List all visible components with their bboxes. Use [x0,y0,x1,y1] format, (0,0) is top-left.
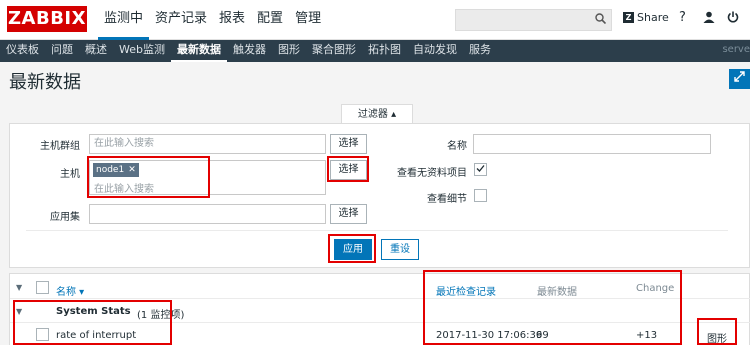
search-icon[interactable] [595,13,607,27]
annotation-box-graph [697,318,737,345]
filter-divider [26,230,728,231]
sub-menu: 仪表板 问题 概述 Web监测 最新数据 触发器 图形 聚合图形 拓扑图 自动发… [0,40,750,62]
fullscreen-icon[interactable] [729,69,750,89]
column-name[interactable]: 名称 ▾ [56,283,84,298]
show-no-data-label: 查看无资料项目 [397,168,467,179]
share-icon: Z [623,12,634,23]
menu-reports[interactable]: 报表 [213,0,251,40]
page-title: 最新数据 [9,72,81,93]
submenu-latest-data[interactable]: 最新数据 [170,40,227,62]
application-select-button[interactable]: 选择 [330,204,367,224]
select-all-checkbox[interactable] [36,281,49,294]
annotation-box-select [327,156,369,182]
search-input[interactable] [455,9,612,31]
submenu-screens[interactable]: 聚合图形 [306,40,362,62]
submenu-discovery[interactable]: 自动发现 [407,40,463,62]
application-label: 应用集 [50,212,80,223]
submenu-web[interactable]: Web监测 [113,40,171,62]
submenu-problems[interactable]: 问题 [45,40,79,62]
name-input[interactable] [473,134,711,154]
name-label: 名称 [447,141,467,152]
submenu-dashboard[interactable]: 仪表板 [0,40,45,62]
host-group-select-button[interactable]: 选择 [330,134,367,154]
submenu-graphs[interactable]: 图形 [272,40,306,62]
server-name: serve [722,44,750,55]
zabbix-logo[interactable]: ZABBIX [7,6,87,32]
menu-inventory[interactable]: 资产记录 [149,0,213,40]
show-no-data-checkbox[interactable] [474,163,487,176]
submenu-services[interactable]: 服务 [463,40,497,62]
menu-configuration[interactable]: 配置 [251,0,289,40]
main-menu: 监测中 资产记录 报表 配置 管理 [98,0,327,40]
annotation-box-apply [328,234,376,263]
show-details-checkbox[interactable] [474,189,487,202]
share-label: Share [637,11,669,24]
annotation-box-item [13,300,172,345]
menu-administration[interactable]: 管理 [289,0,327,40]
reset-button[interactable]: 重设 [381,239,419,260]
help-icon[interactable]: ? [679,10,686,25]
submenu-maps[interactable]: 拓扑图 [362,40,407,62]
submenu-overview[interactable]: 概述 [79,40,113,62]
expand-all-icon[interactable]: ▼ [16,283,22,292]
share-button[interactable]: Z Share [623,11,669,24]
annotation-box-data [423,270,682,345]
filter-tab[interactable]: 过滤器 ▴ [341,104,413,124]
signout-icon[interactable] [727,11,739,27]
top-bar: ZABBIX 监测中 资产记录 报表 配置 管理 Z Share ? [0,0,750,40]
user-icon[interactable] [703,11,715,27]
show-details-label: 查看细节 [427,194,467,205]
application-input[interactable] [89,204,326,224]
submenu-triggers[interactable]: 触发器 [227,40,272,62]
annotation-box-host [87,156,210,198]
menu-monitoring[interactable]: 监测中 [98,0,150,40]
host-group-label: 主机群组 [40,141,80,152]
host-group-input[interactable]: 在此输入搜索 [89,134,326,154]
host-label: 主机 [60,169,80,180]
